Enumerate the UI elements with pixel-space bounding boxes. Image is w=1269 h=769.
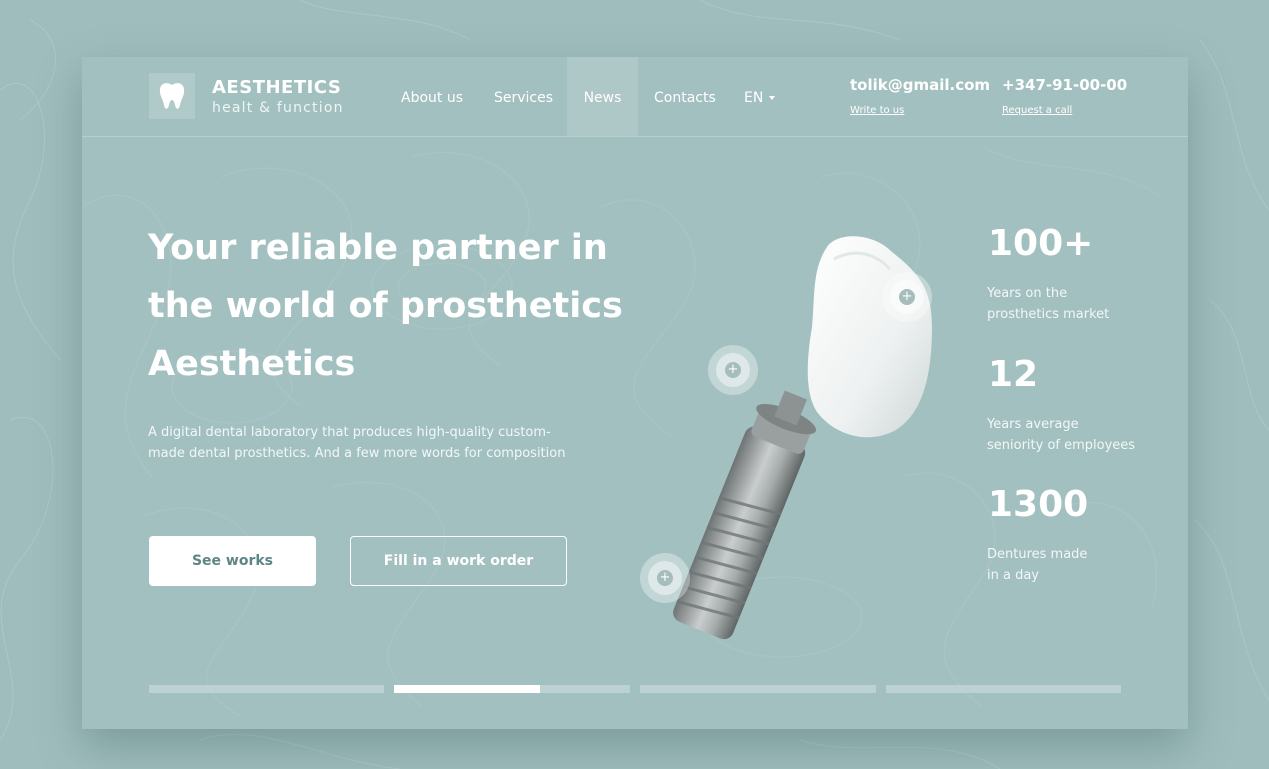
brand-tagline: healt & function <box>212 100 344 116</box>
plus-icon: + <box>657 570 673 586</box>
stat-seniority-label: Years average seniority of employees <box>987 417 1136 453</box>
language-label: EN <box>744 90 764 106</box>
hotspot-crown[interactable]: + <box>882 272 932 322</box>
nav-about-us[interactable]: About us <box>401 57 463 136</box>
stat-seniority-value: 12 <box>988 354 1039 395</box>
hero-card: AESTHETICS healt & function About us Ser… <box>82 57 1188 729</box>
site-header: AESTHETICS healt & function About us Ser… <box>82 57 1188 137</box>
slide-indicator[interactable] <box>149 685 384 693</box>
hero-description: A digital dental laboratory that produce… <box>148 425 566 461</box>
slide-indicator[interactable] <box>640 685 876 693</box>
contact-phone[interactable]: +347-91-00-00 <box>1002 76 1127 94</box>
stat-dentures-label: Dentures made in a day <box>987 547 1088 583</box>
plus-icon: + <box>725 362 741 378</box>
request-call-link[interactable]: Request a call <box>1002 105 1072 116</box>
see-works-button[interactable]: See works <box>149 536 316 586</box>
stat-years-value: 100+ <box>988 223 1094 264</box>
language-selector[interactable]: EN <box>744 57 776 136</box>
brand-name: AESTHETICS <box>212 77 342 98</box>
slide-indicator-active[interactable] <box>394 685 630 693</box>
chevron-down-icon <box>769 96 776 100</box>
logo[interactable] <box>149 73 195 119</box>
tooth-icon <box>159 83 185 109</box>
fill-work-order-button[interactable]: Fill in a work order <box>350 536 567 586</box>
hotspot-screw[interactable]: + <box>640 553 690 603</box>
contact-email[interactable]: tolik@gmail.com <box>850 76 990 94</box>
write-to-us-link[interactable]: Write to us <box>850 105 904 116</box>
nav-services[interactable]: Services <box>494 57 553 136</box>
dental-implant-illustration <box>673 236 932 640</box>
stat-years-label: Years on the prosthetics market <box>987 286 1110 322</box>
slide-progress-fill <box>394 685 541 693</box>
plus-icon: + <box>899 289 915 305</box>
hotspot-abutment[interactable]: + <box>708 345 758 395</box>
stat-dentures-value: 1300 <box>988 484 1089 525</box>
nav-news[interactable]: News <box>567 57 638 136</box>
nav-contacts[interactable]: Contacts <box>654 57 716 136</box>
slide-indicator[interactable] <box>886 685 1121 693</box>
